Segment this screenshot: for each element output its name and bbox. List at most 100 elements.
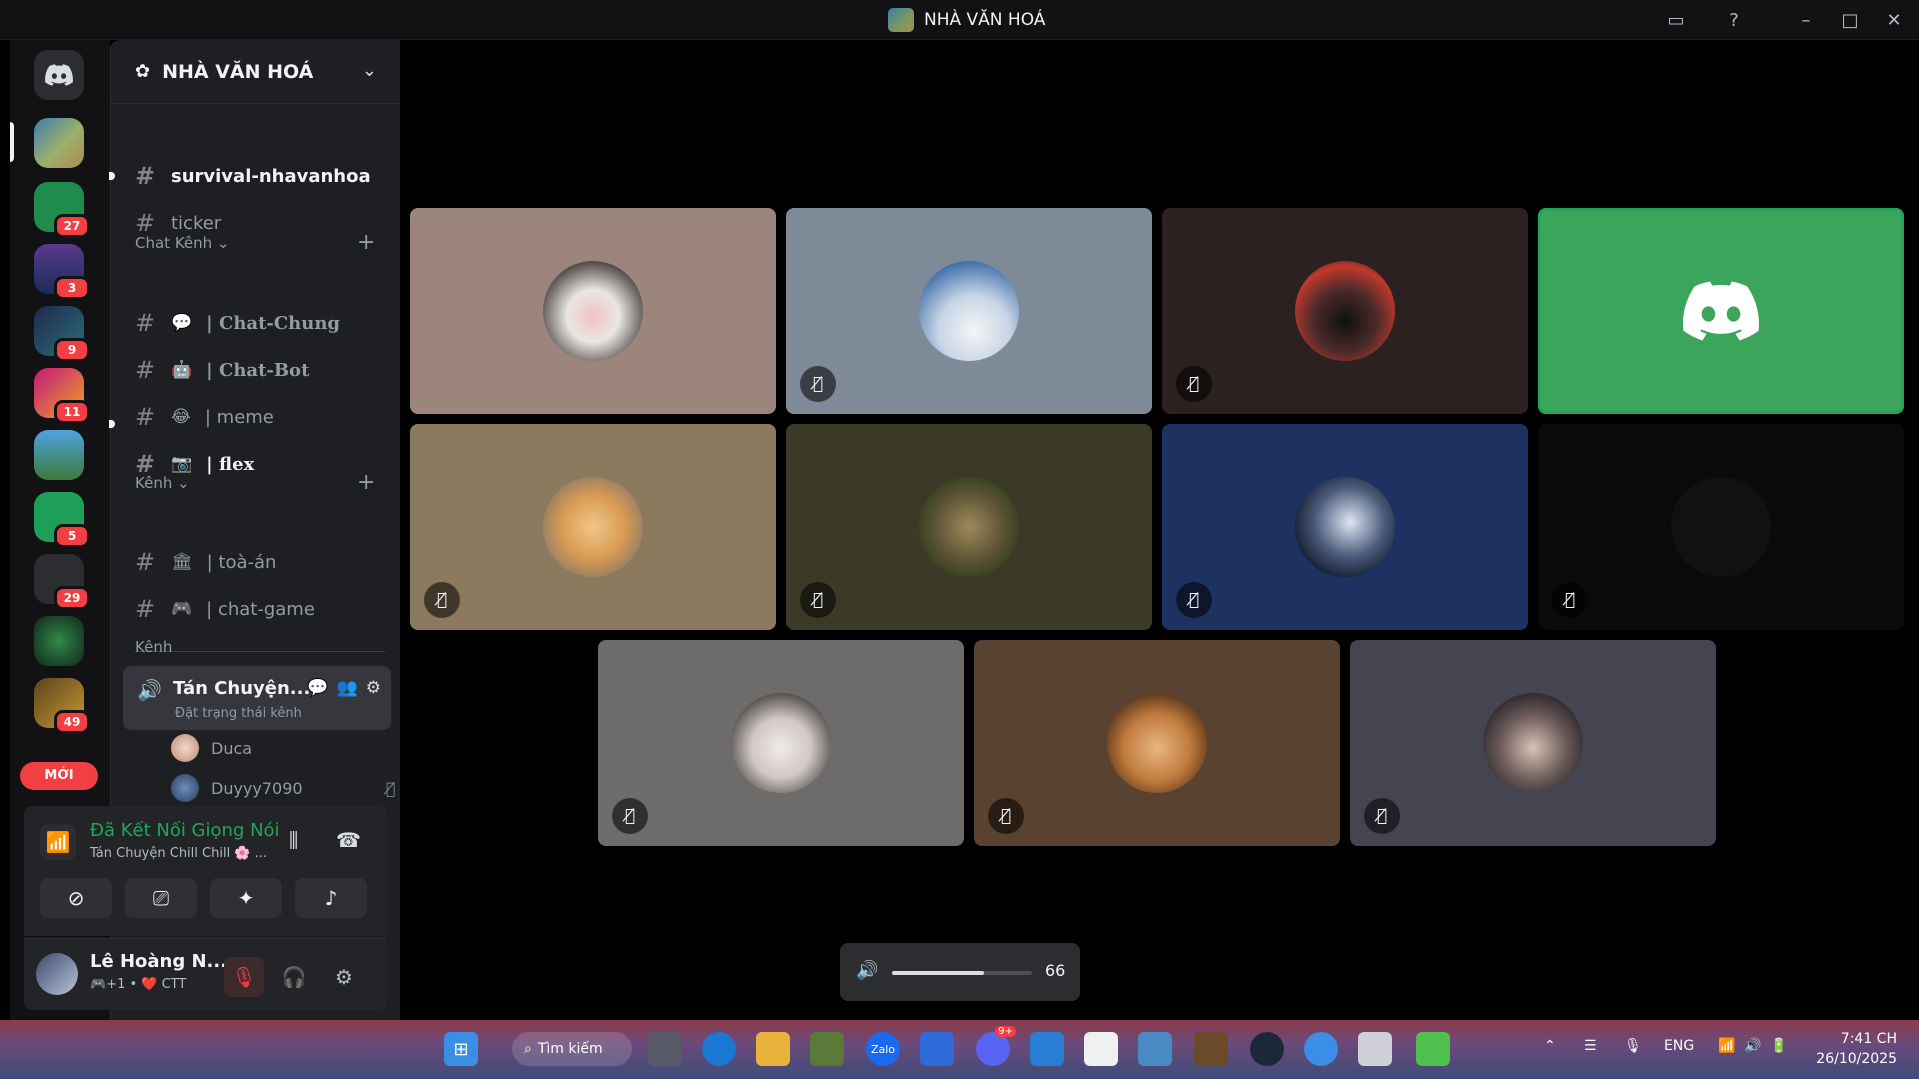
mic-icon[interactable]: 🎙 [1624, 1038, 1642, 1054]
create-channel-icon[interactable]: + [357, 230, 375, 255]
chat-bubble-icon[interactable]: 💬 [307, 678, 328, 698]
channel-chat-game[interactable]: # 🎮 | chat-game [135, 591, 315, 627]
channel-toa-an[interactable]: # 🏛 | toà-án [135, 544, 276, 580]
discord-taskbar-icon[interactable]: 9+ [976, 1026, 1016, 1066]
system-clock[interactable]: 7:41 CH 26/10/2025 [1816, 1029, 1897, 1069]
activities-button[interactable]: ✦ [210, 878, 282, 918]
participant-tile[interactable]: 🎙̸ [410, 424, 776, 630]
soundboard-button[interactable]: ♪ [295, 878, 367, 918]
camera-off-button[interactable]: ⊘ [40, 878, 112, 918]
screen-share-button[interactable]: ⎚ [125, 878, 197, 918]
task-view-icon[interactable] [648, 1032, 682, 1066]
server-nha-van-hoa[interactable] [34, 118, 84, 168]
server-item-10[interactable]: 49 [34, 678, 90, 734]
category-kenh-voice[interactable]: Kênh [135, 638, 172, 656]
participant-tile[interactable]: 🎙̸ [786, 424, 1152, 630]
server-item-9[interactable] [34, 616, 84, 666]
steam-icon[interactable] [1250, 1032, 1284, 1066]
participant-tile[interactable]: 🎙̸ [1538, 424, 1904, 630]
participant-tile[interactable]: 🎙̸ [1162, 208, 1528, 414]
muted-mic-icon: 🎙̸ [1176, 582, 1212, 618]
voice-user-duca[interactable]: Duca [171, 733, 252, 763]
participant-tile[interactable]: 🎙̸ [1162, 424, 1528, 630]
user-avatar[interactable] [36, 953, 78, 995]
channel-survival-nhavanhoa[interactable]: # survival-nhavanhoa [135, 158, 371, 194]
battery-icon[interactable]: 🔋 [1770, 1038, 1787, 1054]
language-indicator[interactable]: ENG [1664, 1038, 1694, 1054]
server-item-5[interactable]: 11 [34, 368, 90, 424]
minecraft-icon[interactable] [810, 1032, 844, 1066]
voice-channel-tan-chuyen[interactable]: 🔊 Tán Chuyện... Đặt trạng thái kênh 💬 👥 … [123, 666, 391, 730]
roblox-icon[interactable] [920, 1032, 954, 1066]
server-item-3[interactable]: 3 [34, 244, 90, 300]
signal-icon[interactable]: 📶 [40, 824, 76, 860]
title-bar: NHÀ VĂN HOÁ ▭ ? – □ ✕ [0, 0, 1919, 40]
window-title-text: NHÀ VĂN HOÁ [924, 10, 1046, 30]
server-item-2[interactable]: 27 [34, 182, 90, 238]
voice-stage: 🎙̸ 🎙̸ 🎙̸ 🎙̸ 🎙̸ 🎙̸ 🎙̸ 🎙̸ 🎙̸ 🔊 66 [400, 40, 1914, 1020]
participant-tile[interactable]: 🎙̸ [598, 640, 964, 846]
chevron-up-icon[interactable]: ⌃ [1544, 1038, 1556, 1054]
minecraft-launcher-icon[interactable] [1194, 1032, 1228, 1066]
taskbar-search[interactable]: ⌕ Tìm kiếm [512, 1032, 632, 1066]
grass-block-icon[interactable] [1416, 1032, 1450, 1066]
vscode-icon[interactable] [1030, 1032, 1064, 1066]
user-name[interactable]: Lê Hoàng N... [90, 951, 227, 972]
close-button[interactable]: ✕ [1880, 8, 1908, 32]
app-icon[interactable] [1138, 1032, 1172, 1066]
direct-messages-button[interactable] [34, 50, 84, 100]
server-item-7[interactable]: 5 [34, 492, 90, 548]
deafen-button[interactable]: 🎧 [274, 957, 314, 997]
inbox-icon[interactable]: ▭ [1662, 8, 1690, 32]
category-kenh[interactable]: Kênh ⌄ [135, 474, 190, 492]
voice-user-duyyy7090[interactable]: Duyyy7090 🎙̸ [171, 773, 396, 803]
server-avatar [34, 430, 84, 480]
set-channel-status[interactable]: Đặt trạng thái kênh [175, 706, 302, 721]
disconnect-icon[interactable]: ☎ [336, 828, 361, 852]
participant-tile[interactable] [410, 208, 776, 414]
wifi-icon[interactable]: 📶 [1718, 1038, 1735, 1054]
create-channel-icon[interactable]: + [357, 470, 375, 495]
zalo-icon[interactable]: Zalo [866, 1032, 900, 1066]
mute-button[interactable]: 🎙 [224, 957, 264, 997]
participant-tile[interactable]: 🎙̸ [786, 208, 1152, 414]
volume-fill [892, 971, 985, 975]
maximize-button[interactable]: □ [1836, 8, 1864, 32]
server-item-6[interactable] [34, 430, 84, 480]
start-button[interactable]: ⊞ [444, 1032, 478, 1066]
volume-control[interactable]: 🔊 66 [840, 943, 1080, 1001]
headphones-icon: 🎧 [281, 965, 307, 989]
edge-icon[interactable] [702, 1032, 736, 1066]
category-chat-kenh[interactable]: Chat Kênh ⌄ [135, 234, 230, 252]
noise-suppression-icon[interactable]: ⫼ [289, 828, 298, 852]
channel-chat-bot[interactable]: # 🤖 | Chat-Bot [135, 352, 309, 388]
snipping-tool-icon[interactable] [1358, 1032, 1392, 1066]
volume-tray-icon[interactable]: 🔊 [1744, 1038, 1761, 1054]
minimize-button[interactable]: – [1792, 8, 1820, 32]
channel-chat-chung[interactable]: # 💬 | Chat-Chung [135, 305, 340, 341]
hashtag-icon: # [135, 209, 156, 237]
ms-store-icon[interactable] [1084, 1032, 1118, 1066]
participant-tile[interactable]: 🎙̸ [1350, 640, 1716, 846]
server-item-8[interactable]: 29 [34, 554, 90, 610]
volume-slider[interactable] [892, 971, 1032, 975]
app-icon[interactable] [1304, 1032, 1338, 1066]
server-item-4[interactable]: 9 [34, 306, 90, 362]
pen-icon[interactable]: ☰ [1584, 1038, 1597, 1054]
voice-channel-link[interactable]: Tán Chuyện Chill Chill 🌸 ... [90, 846, 267, 861]
volume-icon: 🔊 [856, 960, 879, 981]
server-header[interactable]: ✿ NHÀ VĂN HOÁ ⌄ [111, 40, 401, 104]
hashtag-icon: # [135, 162, 156, 190]
channel-meme[interactable]: # 😂 | meme [135, 399, 274, 435]
gear-icon[interactable]: ⚙ [366, 678, 381, 698]
help-icon[interactable]: ? [1720, 8, 1748, 32]
channel-name: | Chat-Bot [206, 359, 310, 381]
muted-mic-icon: 🎙̸ [1552, 582, 1588, 618]
file-explorer-icon[interactable] [756, 1032, 790, 1066]
invite-icon[interactable]: 👥 [337, 678, 358, 698]
participant-tile[interactable]: 🎙̸ [974, 640, 1340, 846]
muted-mic-icon: 🎙̸ [800, 582, 836, 618]
new-unreads-pill[interactable]: MỚI [20, 762, 98, 790]
participant-tile-speaking[interactable] [1538, 208, 1904, 414]
user-settings-button[interactable]: ⚙ [324, 957, 364, 997]
